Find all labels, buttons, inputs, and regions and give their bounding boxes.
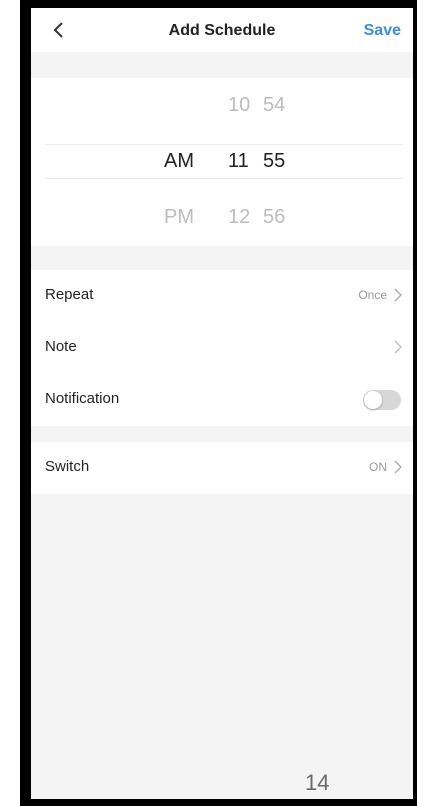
picker-row-above[interactable]: 10 54 bbox=[31, 78, 413, 134]
page-number: 14 bbox=[305, 770, 330, 795]
chevron-right-icon bbox=[394, 460, 402, 474]
period-option[interactable]: PM bbox=[164, 206, 194, 229]
notification-label: Notification bbox=[45, 390, 120, 407]
notification-row: Notification bbox=[31, 374, 413, 426]
screen: Add Schedule Save 10 54 AM 11 55 PM 12 5… bbox=[31, 8, 413, 799]
picker-divider-bottom bbox=[45, 178, 403, 179]
toggle-knob bbox=[364, 391, 382, 409]
notification-toggle[interactable] bbox=[363, 390, 401, 410]
page-title: Add Schedule bbox=[168, 22, 276, 39]
switch-value: ON bbox=[369, 460, 387, 474]
hour-selected[interactable]: 11 bbox=[228, 150, 249, 173]
hour-option[interactable]: 12 bbox=[228, 206, 250, 229]
chevron-right-icon bbox=[394, 340, 402, 354]
minute-option[interactable]: 56 bbox=[263, 206, 285, 229]
repeat-row[interactable]: Repeat Once bbox=[31, 270, 413, 322]
switch-group: Switch ON bbox=[31, 442, 413, 494]
chevron-right-icon bbox=[394, 288, 402, 302]
note-label: Note bbox=[45, 338, 77, 355]
hour-option[interactable]: 10 bbox=[228, 94, 250, 117]
time-picker[interactable]: 10 54 AM 11 55 PM 12 56 bbox=[31, 78, 413, 246]
switch-row[interactable]: Switch ON bbox=[31, 442, 413, 494]
note-row[interactable]: Note bbox=[31, 322, 413, 374]
repeat-label: Repeat bbox=[45, 286, 94, 303]
header-bar: Add Schedule Save bbox=[31, 8, 413, 52]
minute-selected[interactable]: 55 bbox=[263, 150, 285, 173]
switch-label: Switch bbox=[45, 458, 90, 475]
repeat-value: Once bbox=[358, 288, 387, 302]
minute-option[interactable]: 54 bbox=[263, 94, 285, 117]
save-button[interactable]: Save bbox=[364, 22, 401, 40]
picker-row-selected[interactable]: AM 11 55 bbox=[31, 134, 413, 190]
picker-row-below[interactable]: PM 12 56 bbox=[31, 190, 413, 246]
settings-group: Repeat Once Note Notification bbox=[31, 270, 413, 426]
period-selected[interactable]: AM bbox=[164, 150, 194, 173]
